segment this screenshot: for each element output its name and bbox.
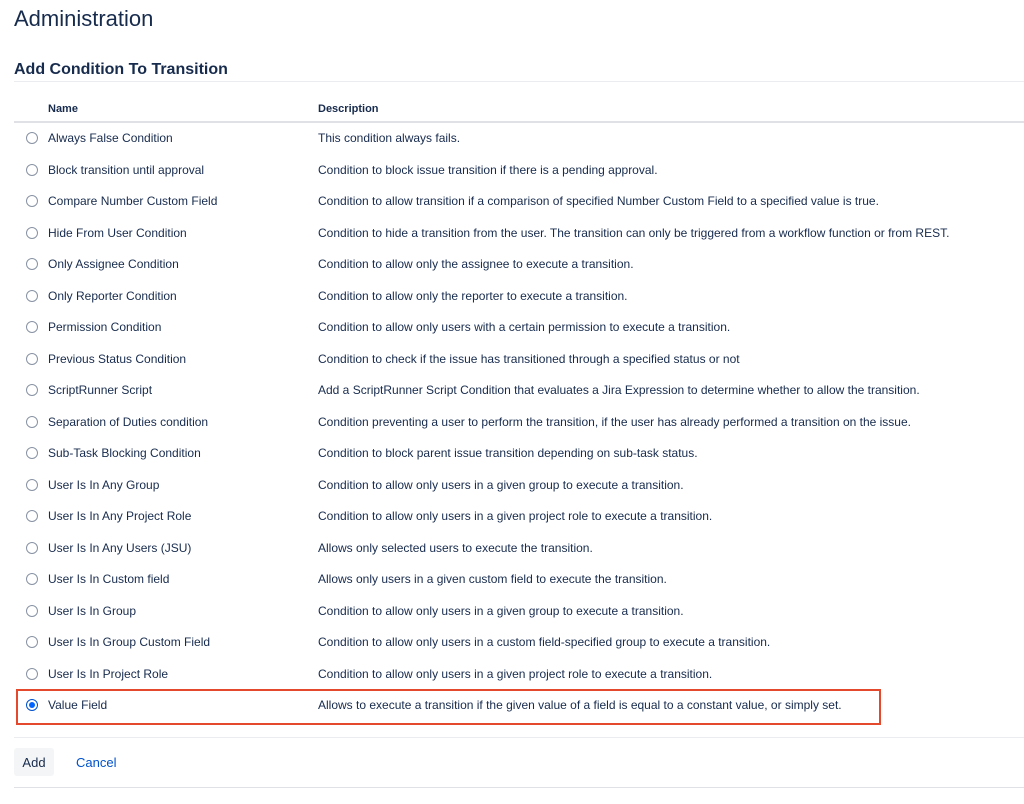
table-header: Name Description: [14, 96, 1024, 123]
table-row[interactable]: User Is In Any Project Role Condition to …: [14, 501, 1024, 533]
condition-name[interactable]: User Is In Group: [48, 604, 136, 618]
condition-description: Condition to allow transition if a compa…: [318, 194, 879, 208]
table-row[interactable]: Value Field Allows to execute a transitio…: [14, 690, 1024, 722]
condition-name[interactable]: Value Field: [48, 698, 107, 712]
condition-name[interactable]: Separation of Duties condition: [48, 415, 208, 429]
condition-description: Condition to allow only users in a given…: [318, 666, 713, 681]
footer-divider-bottom: [14, 787, 1024, 788]
condition-description: Condition to hide a transition from the …: [318, 225, 950, 240]
condition-description: This condition always fails.: [318, 131, 461, 145]
table-row[interactable]: Block transition until approval Condition…: [14, 155, 1024, 187]
radio-button[interactable]: [26, 667, 38, 680]
footer-divider-top: [14, 737, 1024, 738]
radio-button[interactable]: [26, 541, 38, 554]
condition-name[interactable]: Permission Condition: [48, 320, 161, 334]
radio-button[interactable]: [26, 258, 38, 270]
radio-button[interactable]: [26, 195, 38, 207]
radio-button[interactable]: [26, 510, 38, 522]
table-row[interactable]: Permission Condition Condition to allow o…: [14, 312, 1024, 344]
radio-button[interactable]: [26, 604, 38, 617]
condition-name[interactable]: ScriptRunner Script: [48, 383, 152, 397]
table-row[interactable]: User Is In Any Users (JSU) Allows only se…: [14, 533, 1024, 565]
table-row[interactable]: Only Assignee Condition Condition to allo…: [14, 249, 1024, 281]
section-title: Add Condition To Transition: [14, 61, 228, 78]
conditions-table: Name Description Always False Condition T…: [14, 96, 1024, 722]
radio-button[interactable]: [26, 447, 38, 459]
page-title: Administration: [14, 6, 154, 31]
condition-description: Condition to block parent issue transiti…: [318, 446, 698, 460]
condition-description: Condition preventing a user to perform t…: [318, 414, 911, 429]
condition-name[interactable]: User Is In Custom field: [48, 572, 169, 586]
table-row[interactable]: Only Reporter Condition Condition to allo…: [14, 281, 1024, 313]
condition-description: Condition to allow only users in a given…: [318, 603, 684, 618]
condition-description: Allows only selected users to execute th…: [318, 540, 593, 555]
table-row[interactable]: User Is In Project Role Condition to allo…: [14, 659, 1024, 691]
condition-description: Allows to execute a transition if the gi…: [318, 698, 842, 712]
condition-name[interactable]: Hide From User Condition: [48, 226, 187, 240]
radio-button[interactable]: [26, 415, 38, 428]
condition-name[interactable]: User Is In Group Custom Field: [48, 635, 210, 649]
condition-description: Condition to allow only users in a given…: [318, 477, 684, 492]
condition-name[interactable]: User Is In Any Group: [48, 478, 159, 492]
condition-name[interactable]: Always False Condition: [48, 131, 173, 145]
condition-description: Condition to block issue transition if t…: [318, 162, 658, 177]
radio-button[interactable]: [26, 226, 38, 239]
condition-name[interactable]: Block transition until approval: [48, 163, 204, 177]
condition-description: Condition to allow only the assignee to …: [318, 257, 634, 271]
radio-button[interactable]: [26, 132, 38, 144]
radio-button[interactable]: [26, 478, 38, 491]
radio-button[interactable]: [26, 573, 38, 585]
table-row[interactable]: User Is In Group Custom Field Condition t…: [14, 627, 1024, 659]
condition-description: Add a ScriptRunner Script Condition that…: [318, 383, 920, 397]
column-header-description: Description: [318, 103, 379, 115]
radio-button[interactable]: [26, 636, 38, 648]
condition-name[interactable]: User Is In Any Project Role: [48, 509, 191, 523]
table-row[interactable]: ScriptRunner Script Add a ScriptRunner Sc…: [14, 375, 1024, 407]
condition-name[interactable]: Previous Status Condition: [48, 352, 186, 366]
table-row[interactable]: User Is In Any Group Condition to allow o…: [14, 470, 1024, 502]
condition-description: Condition to allow only users with a cer…: [318, 320, 731, 334]
condition-description: Condition to allow only users in a given…: [318, 509, 713, 523]
condition-name[interactable]: Sub-Task Blocking Condition: [48, 446, 201, 460]
table-row[interactable]: Hide From User Condition Condition to hid…: [14, 218, 1024, 250]
table-body: Always False Condition This condition alw…: [14, 123, 1024, 722]
condition-name[interactable]: Compare Number Custom Field: [48, 194, 217, 208]
condition-description: Condition to check if the issue has tran…: [318, 351, 740, 366]
condition-description: Condition to allow only the reporter to …: [318, 288, 628, 303]
cancel-link[interactable]: Cancel: [76, 755, 116, 770]
condition-name[interactable]: Only Assignee Condition: [48, 257, 179, 271]
table-row[interactable]: Sub-Task Blocking Condition Condition to …: [14, 438, 1024, 470]
condition-name[interactable]: User Is In Project Role: [48, 667, 168, 681]
condition-description: Allows only users in a given custom fiel…: [318, 572, 667, 586]
condition-description: Condition to allow only users in a custo…: [318, 635, 771, 649]
radio-button[interactable]: [26, 321, 38, 333]
radio-button-selected[interactable]: [26, 699, 38, 711]
column-header-name: Name: [48, 103, 78, 115]
section-divider: [14, 81, 1024, 82]
condition-name[interactable]: Only Reporter Condition: [48, 289, 177, 303]
radio-button[interactable]: [26, 289, 38, 302]
radio-button[interactable]: [26, 352, 38, 365]
add-button[interactable]: Add: [14, 748, 54, 776]
table-row[interactable]: Separation of Duties condition Condition …: [14, 407, 1024, 439]
radio-button[interactable]: [26, 163, 38, 176]
table-row[interactable]: Always False Condition This condition alw…: [14, 123, 1024, 155]
table-row[interactable]: User Is In Group Condition to allow only …: [14, 596, 1024, 628]
table-row[interactable]: User Is In Custom field Allows only users…: [14, 564, 1024, 596]
condition-name[interactable]: User Is In Any Users (JSU): [48, 541, 191, 555]
table-row[interactable]: Compare Number Custom Field Condition to …: [14, 186, 1024, 218]
table-row[interactable]: Previous Status Condition Condition to ch…: [14, 344, 1024, 376]
radio-button[interactable]: [26, 384, 38, 396]
